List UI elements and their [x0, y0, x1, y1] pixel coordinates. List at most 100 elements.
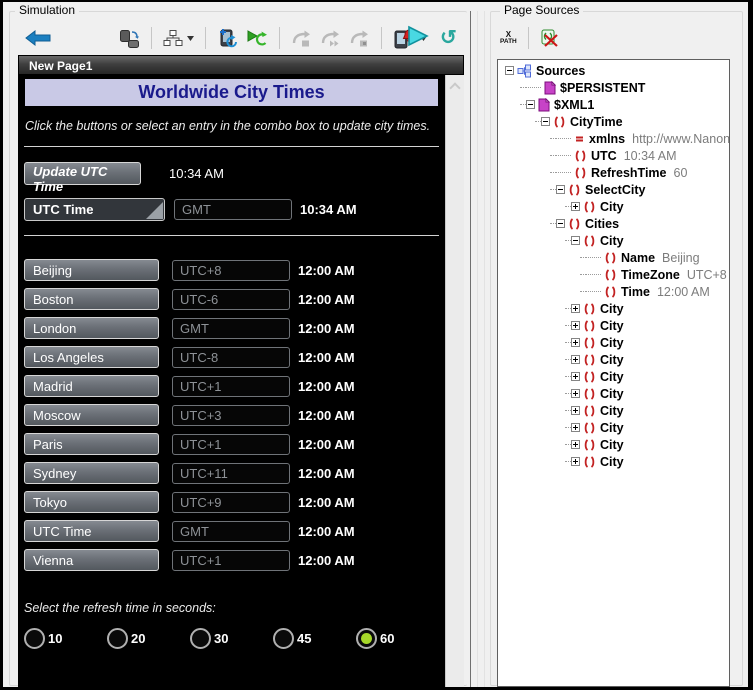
- collapse-icon[interactable]: [556, 219, 565, 228]
- tree-row[interactable]: CityTime: [498, 113, 729, 130]
- city-button[interactable]: UTC Time: [24, 520, 159, 542]
- tree-row[interactable]: City: [498, 300, 729, 317]
- tree-row[interactable]: $PERSISTENT: [498, 79, 729, 96]
- collapse-icon[interactable]: [505, 66, 514, 75]
- city-button[interactable]: Moscow: [24, 404, 159, 426]
- tree-row[interactable]: TimeZone UTC+8: [498, 266, 729, 283]
- tree-row[interactable]: $XML1: [498, 96, 729, 113]
- tree-row[interactable]: City: [498, 334, 729, 351]
- expand-icon[interactable]: [571, 406, 580, 415]
- city-button[interactable]: Vienna: [24, 549, 159, 571]
- tree-row[interactable]: City: [498, 385, 729, 402]
- city-row: Beijing UTC+8 12:00 AM: [24, 259, 439, 281]
- radio-icon[interactable]: [24, 628, 45, 649]
- expand-icon[interactable]: [571, 372, 580, 381]
- tree-node-label: $PERSISTENT: [560, 80, 646, 95]
- tree-row[interactable]: xmlns http://www.Nanonull.com/T: [498, 130, 729, 147]
- device-refresh-icon[interactable]: [217, 28, 238, 49]
- tree-row[interactable]: SelectCity: [498, 181, 729, 198]
- timezone-field[interactable]: GMT: [172, 520, 290, 542]
- tree-row[interactable]: City: [498, 351, 729, 368]
- city-button[interactable]: Sydney: [24, 462, 159, 484]
- scroll-up-icon[interactable]: [449, 82, 461, 94]
- xpath-icon[interactable]: X PATH: [500, 30, 517, 46]
- timezone-field[interactable]: UTC+1: [172, 433, 290, 455]
- city-button[interactable]: Tokyo: [24, 491, 159, 513]
- radio-icon[interactable]: [107, 628, 128, 649]
- tree-row[interactable]: UTC 10:34 AM: [498, 147, 729, 164]
- tree-row[interactable]: City: [498, 198, 729, 215]
- city-button[interactable]: Madrid: [24, 375, 159, 397]
- tree-row[interactable]: City: [498, 436, 729, 453]
- tree-connector: [586, 256, 601, 259]
- collapse-icon[interactable]: [526, 100, 535, 109]
- expand-icon[interactable]: [571, 321, 580, 330]
- tree-row[interactable]: Sources: [498, 62, 729, 79]
- page-scrollbar[interactable]: [445, 75, 464, 687]
- expand-icon[interactable]: [571, 355, 580, 364]
- timezone-field[interactable]: UTC-6: [172, 288, 290, 310]
- timezone-field[interactable]: GMT: [174, 199, 292, 220]
- expand-icon[interactable]: [571, 389, 580, 398]
- reload-icon[interactable]: ↺: [440, 28, 457, 48]
- city-button[interactable]: Beijing: [24, 259, 159, 281]
- collapse-icon[interactable]: [541, 117, 550, 126]
- tree-row[interactable]: Cities: [498, 215, 729, 232]
- city-button[interactable]: Los Angeles: [24, 346, 159, 368]
- refresh-radio[interactable]: 10: [24, 628, 107, 649]
- timezone-field[interactable]: UTC-8: [172, 346, 290, 368]
- page-structure-icon[interactable]: [163, 29, 194, 47]
- timezone-field[interactable]: UTC+9: [172, 491, 290, 513]
- refresh-radio[interactable]: 30: [190, 628, 273, 649]
- expand-icon[interactable]: [571, 202, 580, 211]
- city-time-value: 12:00 AM: [298, 291, 355, 307]
- restart-simulation-icon[interactable]: [246, 28, 268, 49]
- timezone-field[interactable]: UTC+1: [172, 375, 290, 397]
- tree-row[interactable]: RefreshTime 60: [498, 164, 729, 181]
- radio-icon[interactable]: [356, 628, 377, 649]
- timezone-field[interactable]: UTC+3: [172, 404, 290, 426]
- refresh-radio[interactable]: 60: [356, 628, 439, 649]
- instruction-text: Click the buttons or select an entry in …: [25, 119, 431, 133]
- timezone-field[interactable]: UTC+1: [172, 549, 290, 571]
- refresh-radio[interactable]: 20: [107, 628, 190, 649]
- expand-icon[interactable]: [571, 338, 580, 347]
- tree-row[interactable]: City: [498, 402, 729, 419]
- collapse-icon[interactable]: [571, 236, 580, 245]
- city-button[interactable]: Boston: [24, 288, 159, 310]
- tree-row[interactable]: City: [498, 317, 729, 334]
- expand-icon[interactable]: [571, 304, 580, 313]
- elem-icon: [574, 149, 587, 162]
- timezone-field[interactable]: UTC+8: [172, 259, 290, 281]
- radio-icon[interactable]: [190, 628, 211, 649]
- collapse-icon[interactable]: [556, 185, 565, 194]
- city-combo-box[interactable]: UTC Time: [24, 198, 165, 221]
- tree-row[interactable]: City: [498, 232, 729, 249]
- elem-icon: [568, 183, 581, 196]
- element-icon: [554, 115, 565, 128]
- tree-row[interactable]: City: [498, 453, 729, 470]
- back-arrow-icon[interactable]: [23, 28, 53, 48]
- element-icon: [584, 421, 595, 434]
- refresh-radio[interactable]: 45: [273, 628, 356, 649]
- panel-splitter[interactable]: [470, 11, 471, 687]
- element-icon: [605, 285, 616, 298]
- radio-icon[interactable]: [273, 628, 294, 649]
- tree-row[interactable]: City: [498, 368, 729, 385]
- timezone-field[interactable]: UTC+11: [172, 462, 290, 484]
- datasource-page-icon: [538, 97, 550, 111]
- expand-icon[interactable]: [571, 457, 580, 466]
- tree-row[interactable]: Name Beijing: [498, 249, 729, 266]
- tree-row[interactable]: Time 12:00 AM: [498, 283, 729, 300]
- tree-row[interactable]: City: [498, 419, 729, 436]
- run-icon[interactable]: [405, 25, 430, 52]
- expand-icon[interactable]: [571, 423, 580, 432]
- city-button[interactable]: Paris: [24, 433, 159, 455]
- remove-source-icon[interactable]: [540, 29, 559, 48]
- update-utc-button[interactable]: Update UTC Time: [24, 162, 141, 194]
- city-button[interactable]: London: [24, 317, 159, 339]
- elem-icon: [583, 455, 596, 468]
- page-transition-icon[interactable]: [119, 28, 140, 49]
- timezone-field[interactable]: GMT: [172, 317, 290, 339]
- expand-icon[interactable]: [571, 440, 580, 449]
